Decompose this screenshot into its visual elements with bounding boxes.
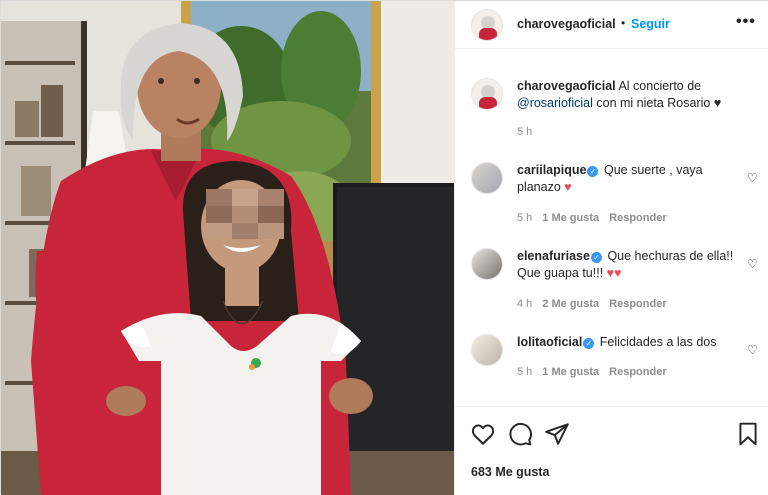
red-heart-emoji: ♥ <box>564 180 572 194</box>
reply-button[interactable]: Responder <box>609 366 666 378</box>
comment-meta: 4 h 2 Me gusta Responder <box>517 298 667 310</box>
comment-username[interactable]: elenafuriase <box>517 249 590 263</box>
post-header: charovegaoficial • Seguir ••• <box>455 1 768 49</box>
like-comment-icon[interactable]: ♡ <box>747 344 759 356</box>
caption-username[interactable]: charovegaoficial <box>517 79 616 93</box>
comment-body: elenafuriase ✓ Que hechuras de ella!! Que… <box>517 248 739 282</box>
caption-text-1: Al concierto de <box>618 79 702 93</box>
post-photo[interactable] <box>1 1 454 495</box>
comment-likes[interactable]: 2 Me gusta <box>542 298 599 310</box>
comment-body: cariilapique ✓ Que suerte , vaya planazo … <box>517 162 739 196</box>
heart-outline-icon[interactable] <box>470 421 496 447</box>
instagram-post-window: charovegaoficial • Seguir ••• charovegao… <box>0 0 768 495</box>
comment-meta: 5 h 1 Me gusta Responder <box>517 212 667 224</box>
comment-body: lolitaoficial ✓ Felicidades a las dos <box>517 334 739 351</box>
photo-illustration <box>1 1 454 495</box>
caption-text-2: con mi nieta Rosario <box>596 96 711 110</box>
share-icon[interactable] <box>544 421 570 447</box>
post-sidebar: charovegaoficial • Seguir ••• charovegao… <box>454 1 768 495</box>
caption-avatar[interactable] <box>471 78 503 110</box>
reply-button[interactable]: Responder <box>609 212 666 224</box>
black-heart-emoji: ♥ <box>713 96 722 110</box>
reply-button[interactable]: Responder <box>609 298 666 310</box>
like-comment-icon[interactable]: ♡ <box>747 172 759 184</box>
verified-badge-icon: ✓ <box>590 252 602 263</box>
bookmark-icon[interactable] <box>735 421 761 447</box>
likes-count[interactable]: 683 Me gusta <box>471 465 550 479</box>
post-actions: 683 Me gusta <box>455 406 768 495</box>
comment-icon[interactable] <box>507 421 533 447</box>
commenter-avatar[interactable] <box>471 248 503 280</box>
comment-text: Felicidades a las dos <box>599 335 717 349</box>
comment-username[interactable]: cariilapique <box>517 163 586 177</box>
comment-username[interactable]: lolitaoficial <box>517 335 582 349</box>
comment-time[interactable]: 5 h <box>517 366 532 378</box>
like-comment-icon[interactable]: ♡ <box>747 258 759 270</box>
commenter-avatar[interactable] <box>471 334 503 366</box>
comments-list[interactable]: charovegaoficial Al concierto de @rosari… <box>455 50 768 405</box>
comment-time[interactable]: 5 h <box>517 212 532 224</box>
author-username[interactable]: charovegaoficial <box>517 17 616 31</box>
author-avatar[interactable] <box>471 9 503 41</box>
comment-likes[interactable]: 1 Me gusta <box>542 212 599 224</box>
caption-mention[interactable]: @rosarioficial <box>517 96 593 110</box>
separator-dot: • <box>621 16 626 30</box>
comment-time[interactable]: 4 h <box>517 298 532 310</box>
caption-body: charovegaoficial Al concierto de @rosari… <box>517 78 739 112</box>
caption-time[interactable]: 5 h <box>517 126 532 138</box>
verified-badge-icon: ✓ <box>583 338 595 349</box>
commenter-avatar[interactable] <box>471 162 503 194</box>
comment-meta: 5 h 1 Me gusta Responder <box>517 366 667 378</box>
red-heart-emoji: ♥♥ <box>606 266 622 280</box>
comment-likes[interactable]: 1 Me gusta <box>542 366 599 378</box>
verified-badge-icon: ✓ <box>587 166 599 177</box>
more-options-icon[interactable]: ••• <box>736 13 756 31</box>
follow-button[interactable]: Seguir <box>631 17 670 31</box>
